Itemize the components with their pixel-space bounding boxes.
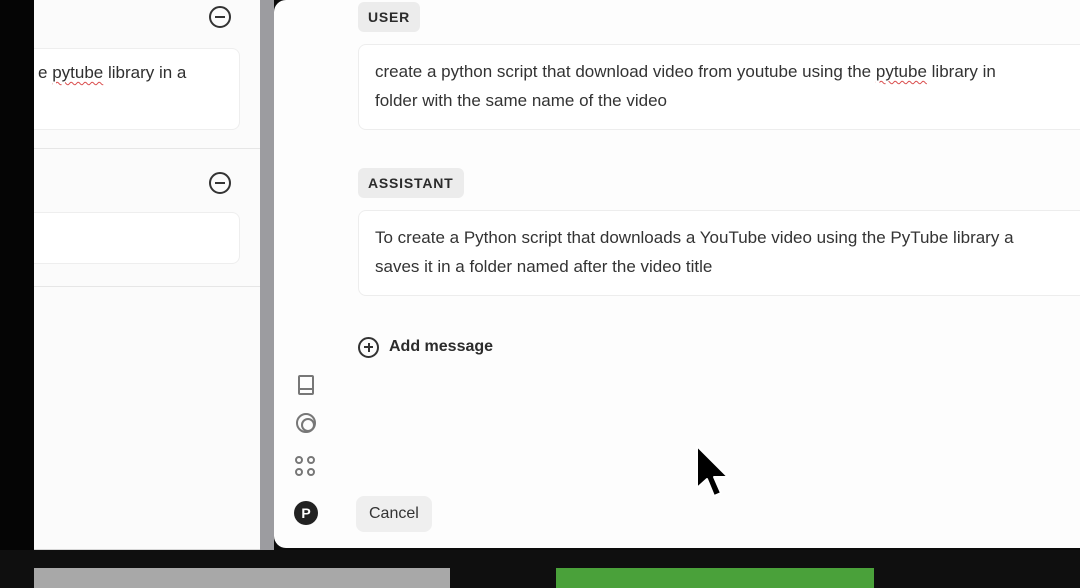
- message-text[interactable]: To create a Python script that downloads…: [359, 211, 1080, 293]
- taskbar-strip: [0, 550, 1080, 588]
- avatar[interactable]: P: [294, 501, 318, 525]
- plus-circle-icon: [358, 336, 379, 358]
- apps-grid-icon[interactable]: [295, 456, 317, 478]
- lifebuoy-icon[interactable]: [296, 413, 316, 433]
- left-message-card[interactable]: e pytube library in a: [34, 48, 240, 130]
- remove-circle-icon[interactable]: [209, 172, 231, 194]
- cancel-button[interactable]: Cancel: [356, 496, 432, 532]
- add-message-button[interactable]: Add message: [358, 335, 493, 359]
- divider: [34, 148, 260, 149]
- divider: [34, 286, 260, 287]
- role-badge-assistant[interactable]: ASSISTANT: [358, 168, 464, 198]
- screen-edge: [0, 0, 34, 550]
- taskbar-segment-active: [556, 568, 874, 588]
- message-text[interactable]: create a python script that download vid…: [359, 45, 1080, 127]
- left-panel: e pytube library in a: [34, 0, 260, 550]
- panel-gutter: [260, 0, 274, 550]
- chat-editor-panel: P USER create a python script that downl…: [274, 0, 1080, 548]
- book-icon[interactable]: [298, 375, 314, 395]
- remove-circle-icon[interactable]: [209, 6, 231, 28]
- side-rail: P: [274, 0, 338, 548]
- add-message-label: Add message: [389, 338, 494, 355]
- left-message-text: e pytube library in a: [38, 63, 187, 82]
- mouse-cursor-icon: [696, 445, 729, 497]
- message-card-user[interactable]: create a python script that download vid…: [358, 44, 1080, 130]
- message-card-assistant[interactable]: To create a Python script that downloads…: [358, 210, 1080, 296]
- left-message-card[interactable]: [34, 212, 240, 264]
- role-badge-user[interactable]: USER: [358, 2, 421, 32]
- taskbar-segment: [34, 568, 450, 588]
